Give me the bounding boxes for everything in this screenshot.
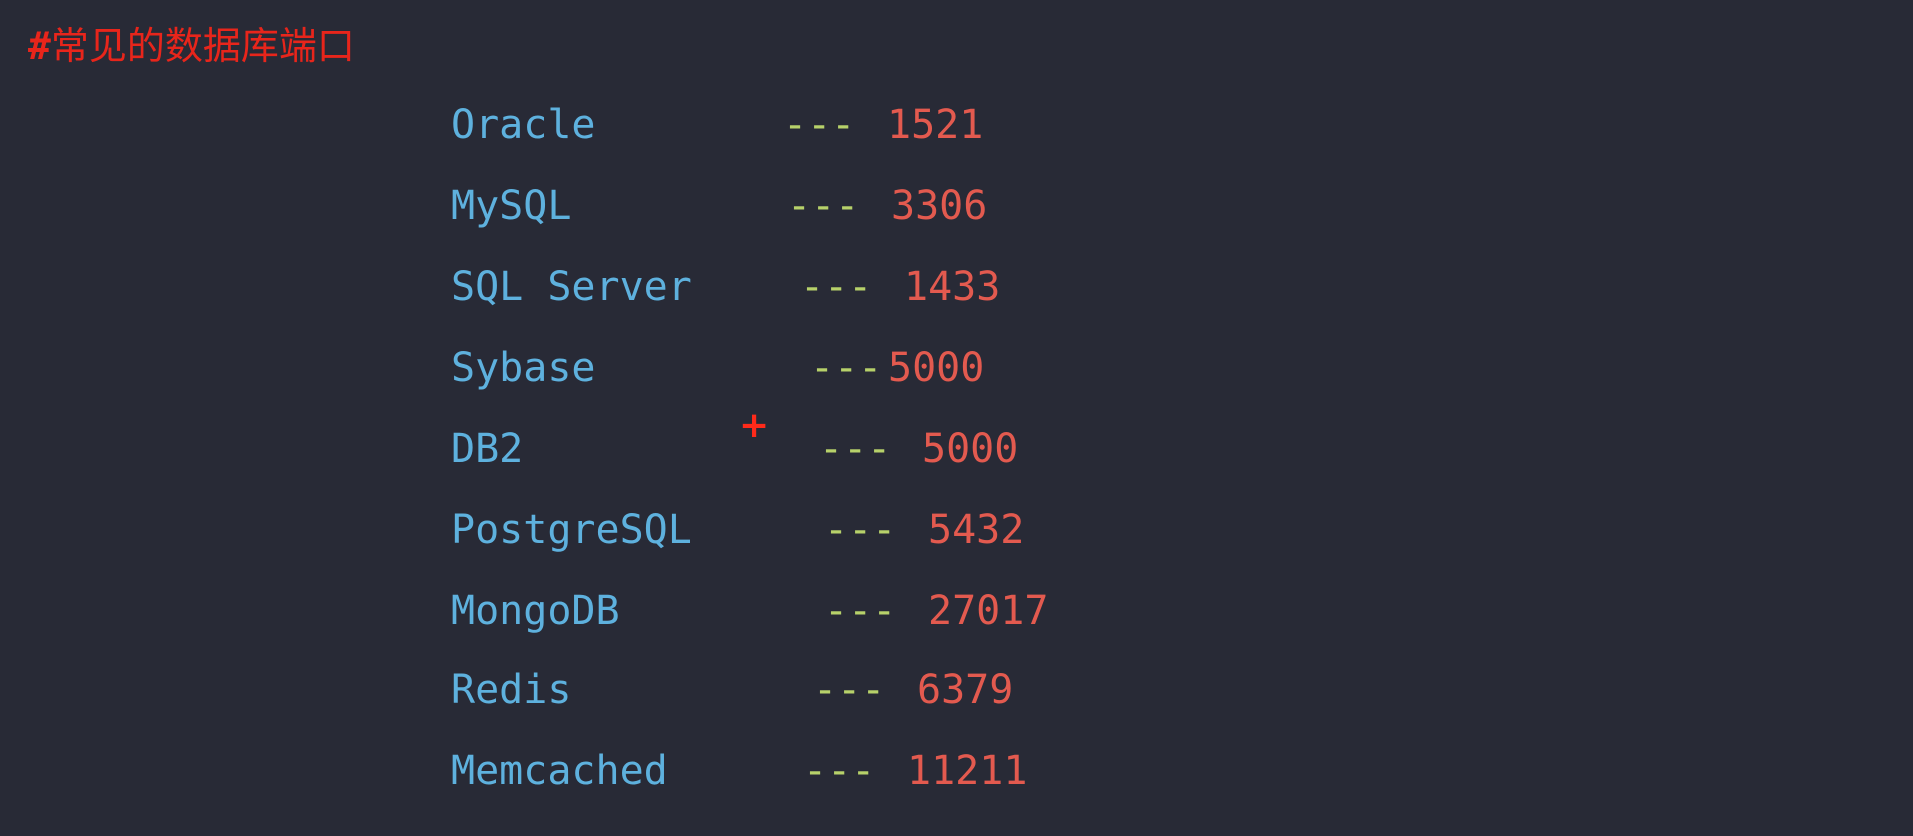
db-name: PostgreSQL [451, 507, 692, 553]
db-name: Memcached [451, 748, 668, 794]
separator: --- [824, 588, 897, 634]
port-number: 1521 [887, 102, 984, 148]
plus-icon: + [739, 405, 770, 446]
db-name: Redis [451, 667, 572, 713]
editor-view: #常见的数据库端口 Oracle --- 1521 MySQL --- 3306… [0, 0, 1913, 836]
port-number: 27017 [928, 588, 1049, 634]
section-heading: #常见的数据库端口 [28, 22, 355, 70]
separator: --- [803, 748, 876, 794]
port-number: 5000 [888, 345, 985, 391]
port-number: 3306 [891, 183, 988, 229]
db-name: DB2 [451, 426, 524, 472]
port-number: 5000 [922, 426, 1019, 472]
db-name: Sybase [451, 345, 596, 391]
db-name: SQL Server [451, 264, 692, 310]
db-name: MySQL [451, 183, 572, 229]
db-name: MongoDB [451, 588, 620, 634]
separator: --- [787, 183, 860, 229]
port-number: 1433 [904, 264, 1001, 310]
separator: --- [783, 102, 856, 148]
heading-hash: # [28, 24, 51, 68]
separator: --- [819, 426, 892, 472]
db-name: Oracle [451, 102, 596, 148]
separator: --- [824, 507, 897, 553]
heading-text: 常见的数据库端口 [50, 24, 355, 68]
port-number: 5432 [928, 507, 1025, 553]
separator: --- [800, 264, 873, 310]
separator: --- [813, 667, 886, 713]
port-number: 11211 [907, 748, 1028, 794]
separator: --- [810, 345, 883, 391]
port-number: 6379 [917, 667, 1014, 713]
